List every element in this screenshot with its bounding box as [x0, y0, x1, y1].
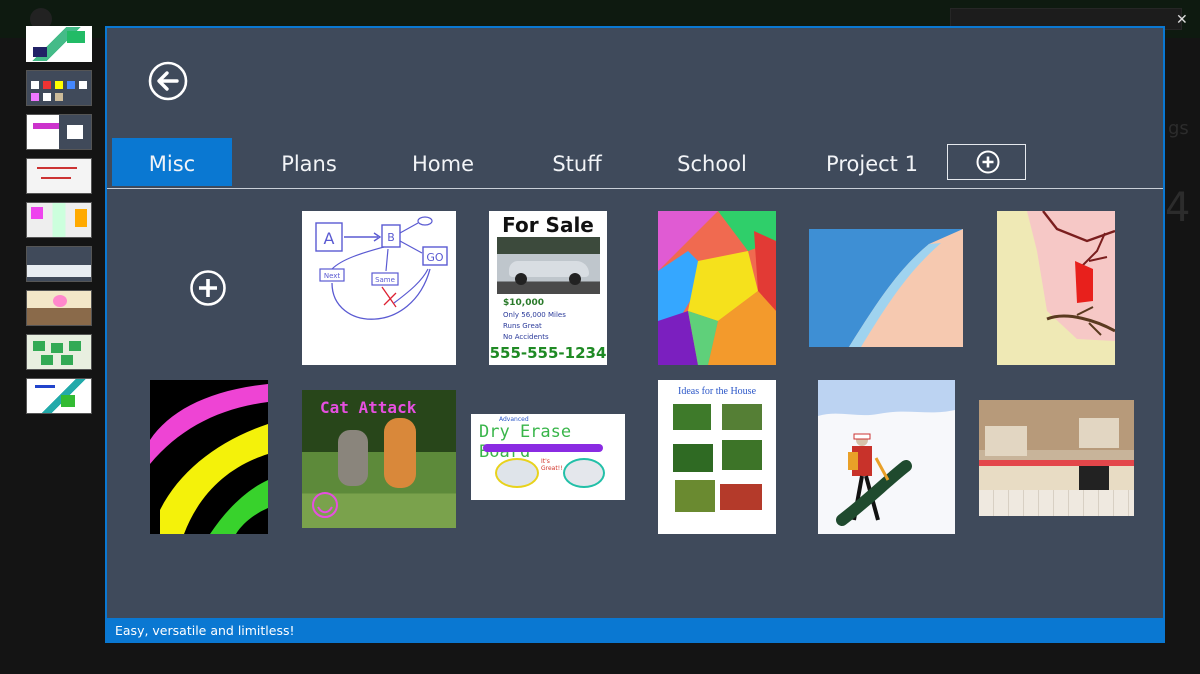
cat-orange [384, 418, 416, 488]
thumbnail[interactable] [26, 334, 92, 370]
page-thumbnail-kitchen[interactable] [979, 400, 1134, 516]
tab-project-1[interactable]: Project 1 [802, 138, 942, 186]
thumbnail[interactable] [26, 114, 92, 150]
tab-label: Stuff [552, 152, 602, 176]
house-title: Ideas for the House [677, 386, 757, 397]
new-page-button[interactable] [189, 269, 231, 311]
page-thumbnail-snowboarder[interactable] [818, 380, 955, 534]
kitchen-floor [979, 490, 1134, 516]
for-sale-detail: No Accidents [503, 333, 549, 341]
board-photo [563, 458, 605, 488]
status-text: Easy, versatile and limitless! [115, 623, 295, 638]
back-arrow-circle-icon [148, 61, 188, 101]
garden-photo [675, 480, 715, 512]
tab-divider [107, 188, 1163, 189]
plus-circle-icon [976, 150, 1000, 174]
tab-label: Project 1 [826, 152, 918, 176]
tab-school[interactable]: School [652, 138, 772, 186]
tab-label: Plans [281, 152, 337, 176]
page-thumbnail-house-ideas[interactable]: Ideas for the House [658, 380, 776, 534]
beach-painting [809, 229, 963, 347]
thumbnail[interactable] [26, 202, 92, 238]
page-thumbnail-stripes[interactable] [150, 380, 268, 534]
tab-stuff[interactable]: Stuff [517, 138, 637, 186]
status-bar: Easy, versatile and limitless! [107, 618, 1163, 641]
thumbnail-strip [26, 26, 92, 422]
kitchen-lower-cabinets [979, 466, 1134, 490]
thumbnail[interactable] [26, 158, 92, 194]
tab-label: School [677, 152, 747, 176]
thumbnail[interactable] [26, 378, 92, 414]
tab-misc[interactable]: Misc [112, 138, 232, 186]
background-fragment: 4 [1165, 185, 1191, 231]
back-button[interactable] [147, 60, 189, 102]
flowchart-drawing: A B GO Next Same [315, 216, 448, 320]
for-sale-title: For Sale [502, 213, 594, 237]
kitchen-cabinet [1079, 418, 1119, 448]
flowchart-label: Next [324, 272, 341, 280]
page-thumbnail-beach[interactable] [809, 229, 963, 347]
cat-grey [338, 430, 368, 486]
notebook-window: Misc Plans Home Stuff School Project 1 A… [105, 26, 1165, 643]
flowchart-label: A [324, 229, 335, 248]
for-sale-detail: Only 56,000 Miles [503, 311, 566, 319]
for-sale-detail: Runs Great [503, 322, 542, 330]
kitchen-cabinet [985, 426, 1027, 456]
garden-photo [673, 404, 711, 430]
tab-home[interactable]: Home [383, 138, 503, 186]
kitchen-stove [1079, 466, 1109, 490]
thumbnail[interactable] [26, 290, 92, 326]
board-title: Dry Erase Board [479, 422, 572, 462]
board-underline [483, 444, 603, 452]
tab-label: Misc [148, 152, 196, 176]
for-sale-phone: 555-555-1234 [489, 344, 607, 362]
notebook-tabs: Misc Plans Home Stuff School Project 1 [112, 138, 1162, 188]
thumbnail[interactable] [26, 26, 92, 62]
tab-label: Home [411, 152, 474, 176]
page-thumbnail-branch[interactable] [997, 211, 1115, 365]
car-photo [497, 237, 600, 294]
stripes-painting [150, 380, 268, 534]
page-thumbnail-for-sale[interactable]: For Sale $10,000 Only 56,000 Miles Runs … [489, 211, 607, 365]
page-thumbnail-flowchart[interactable]: A B GO Next Same [302, 211, 456, 365]
branch-painting [997, 211, 1115, 365]
flowchart-label: Same [375, 276, 395, 284]
abstract-painting [658, 211, 776, 365]
garden-photo [722, 440, 762, 470]
page-thumbnail-cat-attack[interactable]: Cat Attack [302, 390, 456, 528]
flowchart-label: B [387, 231, 395, 244]
tab-plans[interactable]: Plans [249, 138, 369, 186]
garden-photo [720, 484, 762, 510]
for-sale-price: $10,000 [503, 298, 544, 308]
board-photo [495, 458, 539, 488]
plus-circle-icon [190, 270, 226, 306]
cat-caption: Cat Attack [320, 398, 417, 417]
garden-photo [722, 404, 762, 430]
thumbnail[interactable] [26, 246, 92, 282]
background-fragment: gs [1168, 118, 1189, 139]
garden-photo [673, 444, 713, 472]
close-icon[interactable]: ✕ [1176, 12, 1188, 28]
page-thumbnail-dry-erase-board[interactable]: Advanced Dry Erase Board It's Great!! [471, 414, 625, 500]
smiley-drawing [312, 492, 338, 518]
page-thumbnail-paint-abstract[interactable] [658, 211, 776, 365]
flowchart-label: GO [426, 251, 444, 264]
thumbnail[interactable] [26, 70, 92, 106]
add-tab-button[interactable] [947, 144, 1026, 180]
board-note: It's Great!! [541, 458, 563, 472]
snowboarder-drawing [818, 380, 955, 534]
